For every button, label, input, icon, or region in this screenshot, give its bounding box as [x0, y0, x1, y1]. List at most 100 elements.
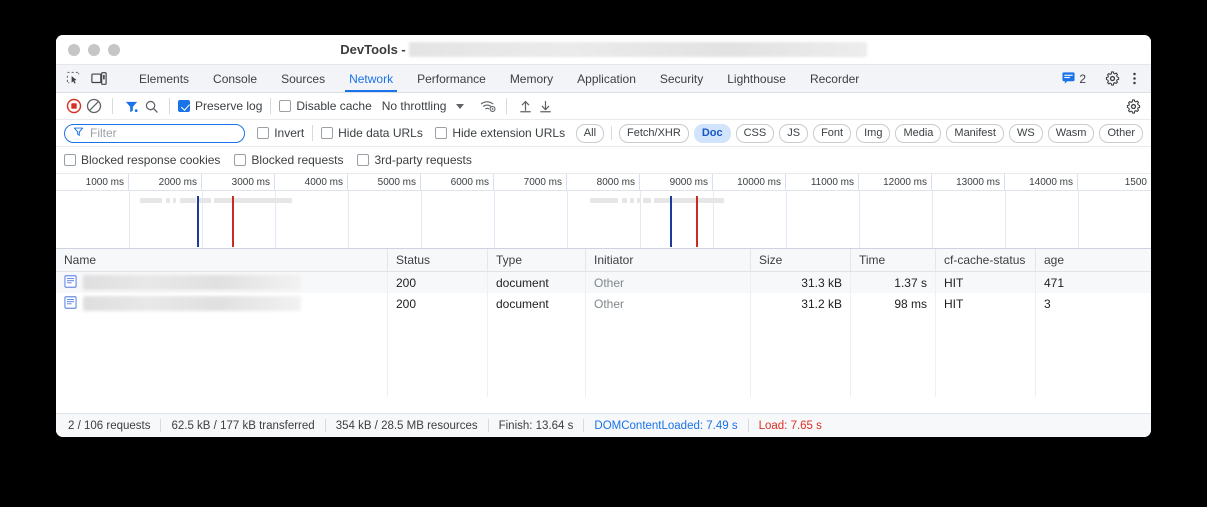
disable-cache-checkbox[interactable]: Disable cache: [279, 99, 372, 113]
overview-request-bar: [140, 198, 162, 203]
console-message-count: 2: [1079, 71, 1086, 86]
type-filter-all[interactable]: All: [575, 123, 605, 143]
status-transferred: 62.5 kB / 177 kB transferred: [171, 419, 315, 432]
overview-gridline: [348, 191, 349, 248]
cell-cf-cache-status: HIT: [936, 293, 1036, 314]
blocked-response-cookies-checkbox[interactable]: Blocked response cookies: [64, 153, 220, 167]
tab-recorder[interactable]: Recorder: [798, 65, 871, 92]
tab-lighthouse[interactable]: Lighthouse: [715, 65, 798, 92]
cell-size: 31.3 kB: [751, 272, 851, 293]
network-settings-gear-icon[interactable]: [1123, 96, 1143, 116]
overview-gridline: [1005, 191, 1006, 248]
cell-name[interactable]: [56, 272, 388, 293]
tab-label: Sources: [281, 71, 326, 86]
hide-data-urls-checkbox-box[interactable]: [321, 127, 334, 139]
gear-icon[interactable]: [1103, 70, 1121, 88]
type-filter-ws[interactable]: WS: [1008, 123, 1043, 143]
disable-cache-checkbox-box[interactable]: [279, 100, 292, 112]
hide-extension-urls-checkbox-box[interactable]: [435, 127, 448, 139]
timeline-ruler[interactable]: 1000 ms 2000 ms 3000 ms 4000 ms 5000 ms …: [56, 174, 1151, 191]
export-har-icon[interactable]: [535, 96, 555, 116]
throttling-dropdown[interactable]: No throttling: [382, 99, 465, 113]
type-filter-media[interactable]: Media: [895, 123, 942, 143]
hide-data-urls-checkbox[interactable]: Hide data URLs: [321, 126, 423, 140]
tab-elements[interactable]: Elements: [127, 65, 201, 92]
tab-sources[interactable]: Sources: [269, 65, 337, 92]
device-toolbar-icon[interactable]: [90, 70, 108, 88]
preserve-log-checkbox-box[interactable]: [178, 100, 190, 112]
cell-initiator[interactable]: Other: [586, 293, 751, 314]
invert-checkbox-box[interactable]: [257, 127, 270, 139]
ruler-tick: 10000 ms: [713, 174, 786, 190]
type-filter-doc[interactable]: Doc: [693, 123, 731, 143]
hide-extension-urls-label: Hide extension URLs: [452, 126, 566, 140]
cell-name[interactable]: [56, 293, 388, 314]
wifi-settings-icon[interactable]: [478, 96, 498, 116]
tab-console[interactable]: Console: [201, 65, 269, 92]
tab-performance[interactable]: Performance: [405, 65, 498, 92]
record-stop-icon[interactable]: [64, 96, 84, 116]
column-header-time[interactable]: Time: [851, 249, 936, 271]
invert-checkbox[interactable]: Invert: [257, 126, 304, 140]
overview-request-bar: [590, 198, 618, 203]
console-message-count-button[interactable]: 2: [1058, 71, 1090, 87]
tab-security[interactable]: Security: [648, 65, 715, 92]
import-har-icon[interactable]: [515, 96, 535, 116]
filter-input[interactable]: Filter: [64, 123, 245, 143]
window-controls[interactable]: [68, 43, 120, 56]
close-window-button[interactable]: [68, 43, 80, 56]
status-finish: Finish: 13.64 s: [498, 419, 574, 432]
preserve-log-checkbox[interactable]: Preserve log: [178, 99, 262, 113]
blocked-requests-checkbox[interactable]: Blocked requests: [234, 153, 343, 167]
overview-gridline: [932, 191, 933, 248]
hide-extension-urls-checkbox[interactable]: Hide extension URLs: [435, 126, 565, 140]
column-header-size[interactable]: Size: [751, 249, 851, 271]
search-icon[interactable]: [141, 96, 161, 116]
table-row[interactable]: 200 document Other 31.3 kB 1.37 s HIT 47…: [56, 272, 1151, 293]
tab-application[interactable]: Application: [565, 65, 648, 92]
overview-request-bar: [637, 198, 640, 203]
third-party-requests-checkbox-box[interactable]: [357, 154, 370, 166]
tab-label: Lighthouse: [727, 71, 786, 86]
document-file-icon: [64, 274, 77, 291]
blocked-response-cookies-checkbox-box[interactable]: [64, 154, 76, 166]
type-filter-css[interactable]: CSS: [735, 123, 775, 143]
type-filter-other[interactable]: Other: [1099, 123, 1143, 143]
blocked-requests-checkbox-box[interactable]: [234, 154, 247, 166]
type-filter-img[interactable]: Img: [856, 123, 891, 143]
type-filter-wasm[interactable]: Wasm: [1047, 123, 1095, 143]
column-header-initiator[interactable]: Initiator: [586, 249, 751, 271]
status-load: Load: 7.65 s: [758, 419, 822, 432]
type-filter-font[interactable]: Font: [813, 123, 852, 143]
filter-funnel-icon[interactable]: [121, 96, 141, 116]
inspect-element-icon[interactable]: [64, 70, 82, 88]
overview-load-marker: [232, 196, 234, 247]
maximize-window-button[interactable]: [108, 43, 120, 56]
tab-label: Security: [659, 71, 704, 86]
column-header-name[interactable]: Name: [56, 249, 388, 271]
more-vertical-icon[interactable]: [1125, 70, 1143, 88]
ruler-tick: 12000 ms: [859, 174, 932, 190]
tab-label: Application: [577, 71, 636, 86]
column-header-cf-cache-status[interactable]: cf-cache-status: [936, 249, 1036, 271]
column-header-type[interactable]: Type: [488, 249, 586, 271]
minimize-window-button[interactable]: [88, 43, 100, 56]
overview-gridline: [640, 191, 641, 248]
cell-initiator[interactable]: Other: [586, 272, 751, 293]
type-filter-fetch-xhr[interactable]: Fetch/XHR: [619, 123, 689, 143]
third-party-requests-checkbox[interactable]: 3rd-party requests: [357, 153, 472, 167]
network-overview-timeline[interactable]: [56, 191, 1151, 249]
clear-icon[interactable]: [84, 96, 104, 116]
ruler-tick: 9000 ms: [640, 174, 713, 190]
column-header-status[interactable]: Status: [388, 249, 488, 271]
overview-request-bar: [630, 198, 634, 203]
window-title-text: DevTools -: [340, 42, 406, 57]
type-filter-manifest[interactable]: Manifest: [946, 123, 1004, 143]
console-message-icon: [1062, 71, 1075, 87]
column-header-age[interactable]: age: [1036, 249, 1151, 271]
tab-network[interactable]: Network: [337, 65, 405, 92]
type-filter-js[interactable]: JS: [779, 123, 809, 143]
ruler-tick: 6000 ms: [421, 174, 494, 190]
tab-memory[interactable]: Memory: [498, 65, 565, 92]
table-row[interactable]: 200 document Other 31.2 kB 98 ms HIT 3: [56, 293, 1151, 314]
